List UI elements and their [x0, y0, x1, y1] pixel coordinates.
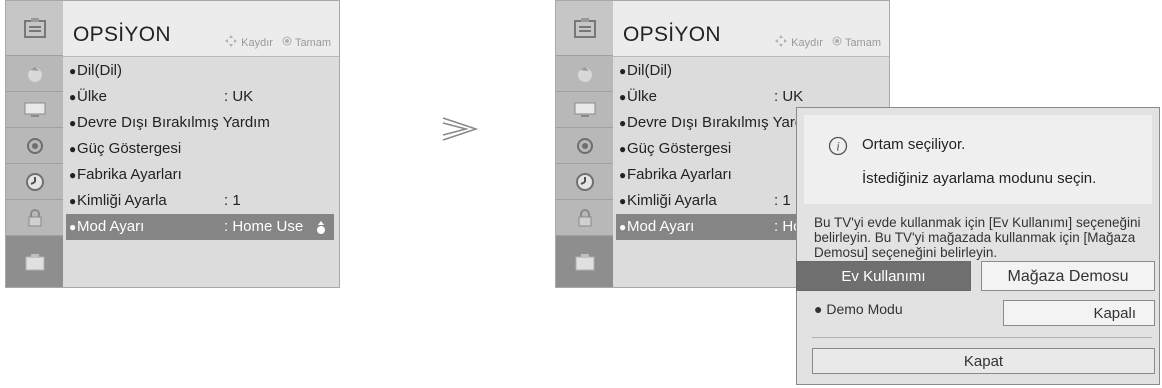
demo-mode-label: ● Demo Modu: [814, 301, 903, 317]
nav-hint: Kaydır Tamam: [774, 34, 881, 51]
hint-ok-label: Tamam: [294, 36, 331, 49]
move-arrows-icon: [774, 34, 788, 51]
menu-title: OPSİYON: [73, 23, 171, 46]
setup-icon[interactable]: [556, 56, 613, 92]
category-sidebar: [6, 1, 63, 287]
lock-icon[interactable]: [556, 200, 613, 236]
audio-icon[interactable]: [556, 128, 613, 164]
menu-item-language[interactable]: ● Dil(Dil): [63, 58, 339, 84]
menu-item-factory-reset[interactable]: ● Fabrika Ayarları: [63, 162, 339, 188]
ok-icon: [282, 36, 292, 49]
dialog-header: i Ortam seçiliyor. İstediğiniz ayarlama …: [804, 115, 1152, 204]
mode-setting-dialog: i Ortam seçiliyor. İstediğiniz ayarlama …: [796, 107, 1160, 385]
store-demo-button[interactable]: Mağaza Demosu: [981, 261, 1155, 291]
close-button[interactable]: Kapat: [812, 348, 1155, 374]
dialog-title: Ortam seçiliyor.: [862, 136, 966, 153]
menu-item-country[interactable]: ● Ülke: UK: [63, 84, 339, 110]
menu-item-mode-setting[interactable]: ●Mod Ayarı: Home Use: [66, 214, 334, 240]
menu-item-set-id[interactable]: ● Kimliği Ayarla: 1: [63, 188, 339, 214]
menu-title: OPSİYON: [623, 23, 721, 46]
option-icon[interactable]: [556, 236, 613, 287]
menu-header: OPSİYON Kaydır Tamam: [613, 1, 889, 57]
picture-icon[interactable]: [6, 92, 63, 128]
picture-icon[interactable]: [556, 92, 613, 128]
info-icon: i: [828, 136, 848, 161]
option-icon[interactable]: [6, 236, 63, 287]
menu-item-language[interactable]: ● Dil(Dil): [613, 58, 889, 84]
hint-move-label: Kaydır: [791, 36, 823, 49]
dialog-subtitle: İstediğiniz ayarlama modunu seçin.: [862, 170, 1097, 187]
menu-items: ● Dil(Dil) ● Ülke: UK ● Devre Dışı Bırakılm…: [63, 58, 339, 240]
svg-text:i: i: [836, 139, 840, 154]
hint-ok-label: Tamam: [844, 36, 881, 49]
option-category-icon: [6, 1, 63, 56]
move-arrows-icon: [224, 34, 238, 51]
menu-header: OPSİYON Kaydır Tamam: [63, 1, 339, 57]
setup-icon[interactable]: [6, 56, 63, 92]
home-use-button[interactable]: Ev Kullanımı: [796, 261, 971, 291]
lock-icon[interactable]: [6, 200, 63, 236]
divider: [812, 337, 1152, 338]
nav-hint: Kaydır Tamam: [224, 34, 331, 51]
time-icon[interactable]: [556, 164, 613, 200]
ok-icon: [832, 36, 842, 49]
audio-icon[interactable]: [6, 128, 63, 164]
demo-mode-toggle[interactable]: Kapalı: [1003, 300, 1155, 326]
hint-move-label: Kaydır: [241, 36, 273, 49]
bullet-icon: ●: [814, 301, 827, 317]
menu-item-power-indicator[interactable]: ● Güç Göstergesi: [63, 136, 339, 162]
next-step-arrow-icon: [440, 114, 480, 149]
category-sidebar: [556, 1, 613, 287]
select-updown-icon: [316, 219, 326, 245]
menu-item-disabled-help[interactable]: ● Devre Dışı Bırakılmış Yardım: [63, 110, 339, 136]
time-icon[interactable]: [6, 164, 63, 200]
option-menu-panel-before: OPSİYON Kaydır Tamam ● Dil(Dil) ● Ülke: UK…: [5, 0, 340, 288]
dialog-message: Bu TV'yi evde kullanmak için [Ev Kullanı…: [814, 215, 1141, 260]
option-category-icon: [556, 1, 613, 56]
